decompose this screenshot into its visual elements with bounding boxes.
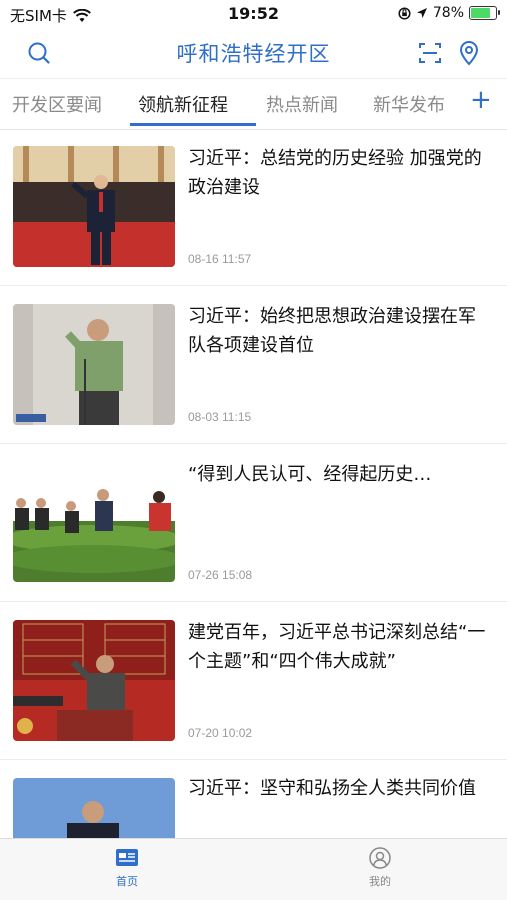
news-title[interactable]: “得到人民认可、经得起历史…	[188, 460, 492, 489]
user-profile-icon	[369, 847, 391, 869]
orientation-lock-icon	[398, 6, 411, 20]
news-time: 07-26 15:08	[188, 568, 253, 582]
status-bar: 无SIM卡 19:52 78%	[0, 0, 507, 28]
battery-fill	[471, 8, 490, 18]
news-thumbnail	[13, 304, 175, 425]
scan-icon[interactable]	[417, 40, 443, 66]
news-item[interactable]: 习近平：总结党的历史经验 加强党的政治建设 08-16 11:57	[0, 130, 507, 286]
tab-kaifaqu-yaowen[interactable]: 开发区要闻	[12, 91, 102, 117]
home-news-icon	[116, 849, 138, 866]
add-tab-icon[interactable]: +	[470, 85, 492, 115]
nav-home[interactable]: 首页	[97, 847, 157, 889]
tab-xinhua-fabu[interactable]: 新华发布	[373, 91, 445, 117]
news-item[interactable]: “得到人民认可、经得起历史… 07-26 15:08	[0, 444, 507, 602]
news-thumbnail	[13, 461, 175, 582]
news-item[interactable]: 习近平：始终把思想政治建设摆在军队各项建设首位 08-03 11:15	[0, 286, 507, 444]
nav-mine-label: 我的	[369, 875, 391, 888]
location-arrow-icon	[416, 8, 427, 18]
news-thumbnail	[13, 778, 175, 840]
battery-icon	[469, 6, 500, 20]
news-item[interactable]: 建党百年，习近平总书记深刻总结“一个主题”和“四个伟大成就” 07-20 10:…	[0, 602, 507, 760]
nav-mine[interactable]: 我的	[350, 847, 410, 889]
news-title[interactable]: 习近平：坚守和弘扬全人类共同价值	[188, 774, 492, 803]
news-title[interactable]: 建党百年，习近平总书记深刻总结“一个主题”和“四个伟大成就”	[188, 618, 492, 676]
nav-home-label: 首页	[116, 875, 138, 888]
news-item[interactable]: 习近平：坚守和弘扬全人类共同价值	[0, 760, 507, 840]
news-time: 08-03 11:15	[188, 410, 252, 424]
news-title[interactable]: 习近平：始终把思想政治建设摆在军队各项建设首位	[188, 302, 492, 360]
bottom-nav: 首页 我的	[0, 838, 507, 900]
location-pin-icon[interactable]	[456, 40, 482, 66]
battery-percent: 78%	[432, 5, 464, 21]
tab-linghang-xinzhengcheng[interactable]: 领航新征程	[138, 91, 228, 117]
status-right: 78%	[398, 5, 500, 21]
news-thumbnail	[13, 620, 175, 741]
news-time: 07-20 10:02	[188, 726, 253, 740]
news-time: 08-16 11:57	[188, 252, 252, 266]
news-thumbnail	[13, 146, 175, 267]
active-tab-indicator	[130, 123, 256, 126]
tab-redian-xinwen[interactable]: 热点新闻	[266, 91, 338, 117]
app-header: 呼和浩特经开区	[0, 28, 507, 78]
news-title[interactable]: 习近平：总结党的历史经验 加强党的政治建设	[188, 144, 492, 202]
